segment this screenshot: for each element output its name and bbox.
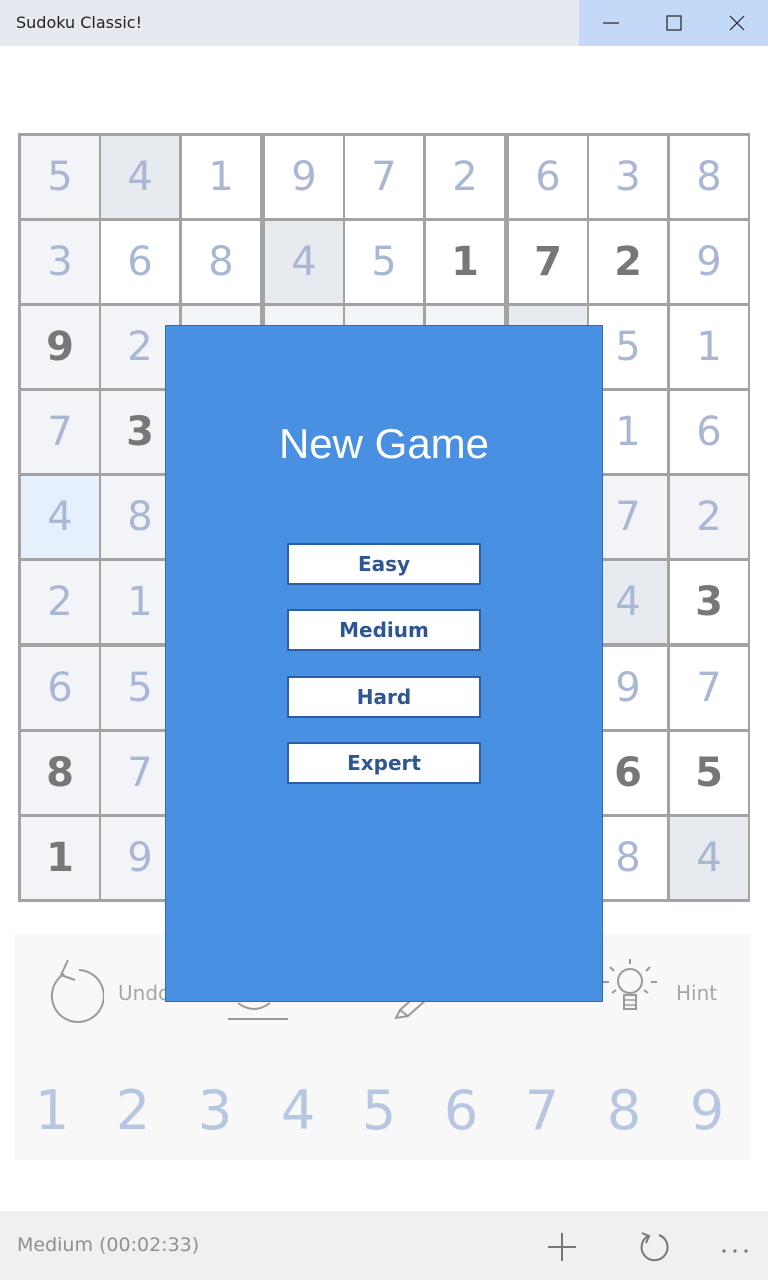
sudoku-cell[interactable]: 5 [21, 136, 99, 218]
sudoku-cell[interactable]: 9 [21, 306, 99, 388]
number-key-2[interactable]: 2 [103, 1078, 163, 1142]
sudoku-cell[interactable]: 7 [670, 647, 748, 729]
sudoku-cell[interactable]: 5 [345, 221, 423, 303]
maximize-icon [666, 15, 682, 31]
sudoku-cell[interactable]: 6 [21, 647, 99, 729]
sudoku-cell[interactable]: 4 [21, 476, 99, 558]
close-button[interactable] [705, 0, 768, 46]
sudoku-cell[interactable]: 7 [509, 221, 587, 303]
number-key-5[interactable]: 5 [349, 1078, 409, 1142]
plus-icon [548, 1233, 576, 1261]
sudoku-cell[interactable]: 3 [589, 136, 667, 218]
sudoku-cell[interactable]: 2 [21, 561, 99, 643]
more-button[interactable] [715, 1227, 755, 1267]
new-game-button[interactable] [542, 1227, 582, 1267]
sudoku-cell[interactable]: 2 [426, 136, 504, 218]
hint-label: Hint [676, 981, 718, 1005]
undo-button[interactable]: Undo [40, 952, 180, 1032]
sudoku-cell[interactable]: 3 [21, 221, 99, 303]
undo-label: Undo [118, 981, 171, 1005]
sudoku-cell[interactable]: 5 [670, 732, 748, 814]
number-key-9[interactable]: 9 [677, 1078, 737, 1142]
number-key-1[interactable]: 1 [22, 1078, 82, 1142]
sudoku-cell[interactable]: 1 [21, 817, 99, 899]
minimize-button[interactable] [579, 0, 642, 46]
sudoku-cell[interactable]: 8 [182, 221, 260, 303]
sudoku-cell[interactable]: 2 [589, 221, 667, 303]
medium-button[interactable]: Medium [287, 609, 481, 651]
sudoku-cell[interactable]: 7 [21, 391, 99, 473]
maximize-button[interactable] [642, 0, 705, 46]
sudoku-cell[interactable]: 9 [265, 136, 343, 218]
status-bar: Medium (00:02:33) [0, 1211, 768, 1280]
sudoku-cell[interactable]: 1 [182, 136, 260, 218]
expert-button[interactable]: Expert [287, 742, 481, 784]
restart-button[interactable] [635, 1227, 675, 1267]
sudoku-cell[interactable]: 2 [670, 476, 748, 558]
sudoku-cell[interactable]: 6 [101, 221, 179, 303]
number-key-6[interactable]: 6 [431, 1078, 491, 1142]
sudoku-cell[interactable]: 8 [670, 136, 748, 218]
sudoku-cell[interactable]: 6 [670, 391, 748, 473]
hint-button[interactable]: Hint [600, 955, 730, 1030]
refresh-icon [640, 1232, 669, 1262]
close-icon [729, 15, 745, 31]
dialog-title: New Game [278, 420, 490, 467]
number-key-7[interactable]: 7 [512, 1078, 572, 1142]
number-key-4[interactable]: 4 [268, 1078, 328, 1142]
window-controls [579, 0, 768, 46]
number-key-8[interactable]: 8 [594, 1078, 654, 1142]
number-key-3[interactable]: 3 [185, 1078, 245, 1142]
minimize-icon [603, 22, 619, 24]
new-game-dialog: New Game Easy Medium Hard Expert [165, 325, 603, 1002]
title-bar: Sudoku Classic! [0, 0, 768, 46]
window-title: Sudoku Classic! [16, 13, 142, 32]
hard-button[interactable]: Hard [287, 676, 481, 718]
sudoku-cell[interactable]: 4 [670, 817, 748, 899]
sudoku-cell[interactable]: 7 [345, 136, 423, 218]
sudoku-cell[interactable]: 4 [101, 136, 179, 218]
sudoku-cell[interactable]: 6 [509, 136, 587, 218]
undo-icon [50, 959, 104, 1023]
sudoku-cell[interactable]: 1 [670, 306, 748, 388]
more-icon [722, 1249, 748, 1253]
lightbulb-icon [603, 959, 657, 1010]
easy-button[interactable]: Easy [287, 543, 481, 585]
sudoku-cell[interactable]: 9 [670, 221, 748, 303]
sudoku-cell[interactable]: 8 [21, 732, 99, 814]
sudoku-cell[interactable]: 4 [265, 221, 343, 303]
sudoku-cell[interactable]: 3 [670, 561, 748, 643]
sudoku-cell[interactable]: 1 [426, 221, 504, 303]
difficulty-timer: Medium (00:02:33) [17, 1234, 200, 1256]
